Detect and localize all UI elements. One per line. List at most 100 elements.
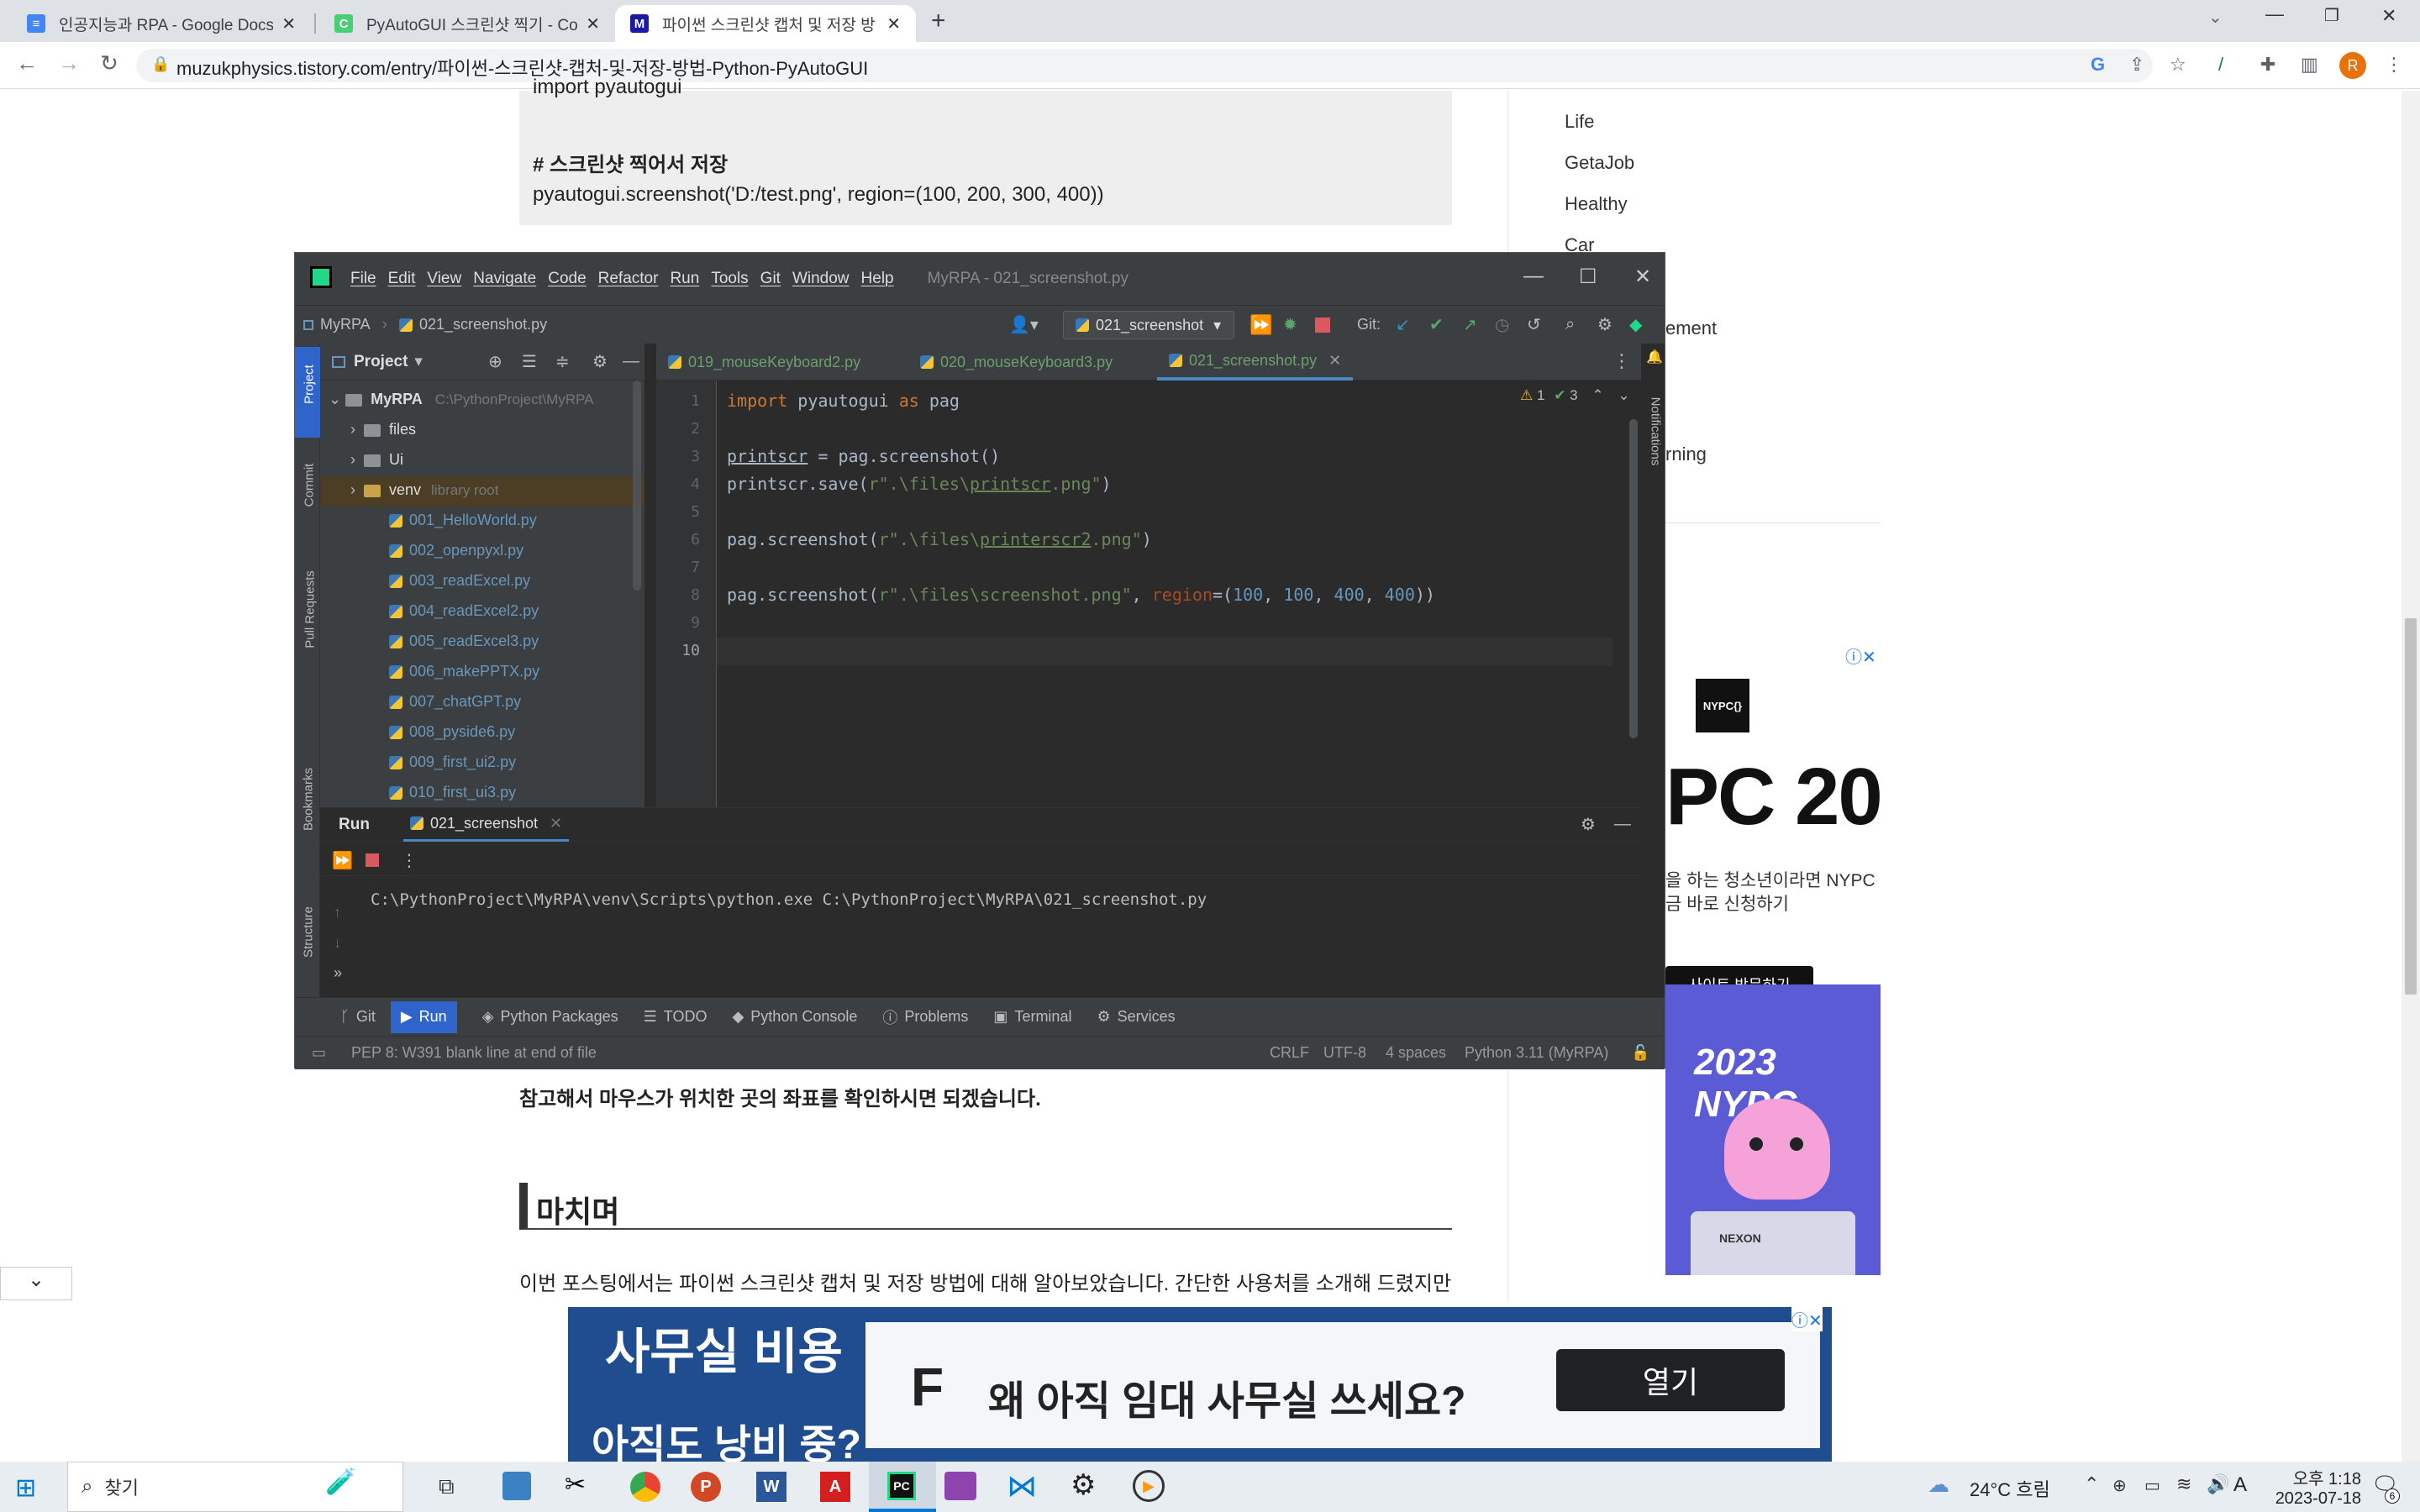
more-options-icon[interactable]: ⋮ bbox=[401, 850, 418, 871]
ad-info-close-icon[interactable]: ⓘ✕ bbox=[1791, 1307, 1823, 1331]
google-icon[interactable]: G bbox=[2091, 54, 2105, 76]
tab-search-chevron-icon[interactable]: ⌄ bbox=[2208, 7, 2223, 28]
lock-icon[interactable]: 🔒 bbox=[151, 55, 170, 73]
git-tool-button[interactable]: ᚴ Git bbox=[340, 1008, 376, 1026]
task-view-icon[interactable]: ⧉ bbox=[439, 1473, 455, 1500]
search-icon[interactable]: ⌕ bbox=[1565, 315, 1575, 334]
plugins-icon[interactable]: ◆ bbox=[1629, 314, 1642, 335]
tree-file[interactable]: 007_chatGPT.py bbox=[389, 693, 521, 711]
close-icon[interactable]: ✕ bbox=[886, 13, 901, 34]
weather-cloud-icon[interactable]: ☁ bbox=[1928, 1472, 1949, 1498]
settings-gear-icon[interactable]: ⚙ bbox=[1581, 814, 1596, 835]
ad-headline[interactable]: PC 2023 bbox=[1665, 751, 1884, 843]
close-icon[interactable]: ✕ bbox=[1634, 265, 1651, 289]
profile-avatar[interactable]: R bbox=[2339, 52, 2366, 79]
category-link[interactable]: Life bbox=[1565, 111, 1594, 133]
collapse-chevron-icon[interactable]: ⌄ bbox=[0, 1267, 72, 1300]
bookmarks-tool-tab[interactable]: Bookmarks bbox=[302, 758, 316, 842]
word-app-icon[interactable]: W bbox=[756, 1472, 786, 1502]
tree-file[interactable]: 005_readExcel3.py bbox=[389, 633, 539, 650]
locate-icon[interactable]: ⊕ bbox=[488, 351, 502, 372]
tree-file[interactable]: 006_makePPTX.py bbox=[389, 663, 539, 680]
prev-highlight-icon[interactable]: ⌃ bbox=[1591, 387, 1603, 403]
ime-indicator[interactable]: A bbox=[2233, 1473, 2247, 1497]
line-separator-widget[interactable]: CRLF bbox=[1270, 1044, 1309, 1062]
git-history-icon[interactable]: ◷ bbox=[1495, 314, 1509, 335]
editor-tab-active[interactable]: 021_screenshot.py ✕ bbox=[1157, 344, 1354, 381]
git-rollback-icon[interactable]: ↺ bbox=[1527, 314, 1541, 335]
editor-scrollbar[interactable] bbox=[1629, 419, 1638, 738]
url-text[interactable]: muzukphysics.tistory.com/entry/파이썬-스크린샷-… bbox=[176, 54, 868, 81]
weather-text[interactable]: 24°C 흐림 bbox=[1970, 1475, 2050, 1502]
volume-icon[interactable]: 🔊 bbox=[2207, 1473, 2229, 1495]
tab-google-docs[interactable]: ≡ 인공지능과 RPA - Google Docs ✕ bbox=[12, 5, 311, 42]
tree-folder-venv[interactable]: › venv library root bbox=[350, 481, 498, 499]
terminal-button[interactable]: ▣ Terminal bbox=[993, 1008, 1071, 1026]
tab-codepen[interactable]: C PyAutoGUI 스크린샷 찍기 - Cod ✕ bbox=[319, 5, 615, 42]
snip-tool-icon[interactable]: ✂ bbox=[565, 1470, 586, 1499]
tray-chevron-up-icon[interactable]: ⌃ bbox=[2084, 1473, 2099, 1495]
page-scrollbar[interactable] bbox=[2402, 91, 2420, 1462]
breadcrumb-file[interactable]: 021_screenshot.py bbox=[419, 316, 547, 333]
side-panel-icon[interactable]: ▥ bbox=[2301, 54, 2318, 76]
back-arrow-icon[interactable]: ← bbox=[12, 50, 42, 76]
tree-file[interactable]: 004_readExcel2.py bbox=[389, 602, 539, 620]
structure-tool-tab[interactable]: Structure bbox=[302, 890, 316, 974]
run-tab[interactable]: 021_screenshot ✕ bbox=[402, 808, 570, 842]
menu-view[interactable]: View bbox=[427, 270, 461, 288]
console-output[interactable]: C:\PythonProject\MyRPA\venv\Scripts\pyth… bbox=[371, 890, 1207, 909]
meet-now-icon[interactable]: ⊕ bbox=[2112, 1475, 2127, 1496]
wifi-icon[interactable]: ≋ bbox=[2176, 1473, 2191, 1495]
calculator-app-icon[interactable] bbox=[502, 1472, 531, 1500]
reload-icon[interactable]: ↻ bbox=[94, 50, 124, 76]
maximize-icon[interactable]: ☐ bbox=[1579, 265, 1597, 289]
run-tool-button[interactable]: ▶ Run bbox=[390, 1000, 457, 1033]
powerpoint-app-icon[interactable]: P bbox=[691, 1472, 721, 1502]
hide-icon[interactable]: — bbox=[623, 352, 639, 371]
expand-all-icon[interactable]: ☰ bbox=[522, 351, 537, 372]
lock-icon[interactable]: 🔓 bbox=[1631, 1044, 1649, 1062]
close-icon[interactable]: ✕ bbox=[281, 13, 296, 34]
category-link[interactable]: ement bbox=[1665, 318, 1717, 339]
inspection-widget[interactable]: ⚠ 1 ✔ 3 ⌃ ⌄ bbox=[1520, 387, 1630, 404]
tree-folder[interactable]: › files bbox=[350, 421, 416, 438]
tree-folder[interactable]: › Ui bbox=[350, 451, 403, 469]
new-tab-icon[interactable]: + bbox=[931, 7, 946, 35]
category-link[interactable]: Healthy bbox=[1565, 193, 1628, 215]
tree-file[interactable]: 009_first_ui2.py bbox=[389, 753, 516, 771]
run-icon[interactable]: ⏩ bbox=[1249, 314, 1272, 336]
ad-info-close-icon[interactable]: ⓘ✕ bbox=[1845, 643, 1876, 668]
tab-tistory-active[interactable]: M 파이썬 스크린샷 캡처 및 저장 방 ✕ bbox=[615, 5, 916, 42]
status-message[interactable]: PEP 8: W391 blank line at end of file bbox=[351, 1044, 597, 1062]
menu-navigate[interactable]: Navigate bbox=[473, 270, 536, 288]
bottom-ad-banner[interactable]: 사무실 비용 아직도 낭비 중? F 왜 아직 임대 사무실 쓰세요? 열기 ⓘ… bbox=[568, 1307, 1832, 1467]
rerun-icon[interactable]: ⏩ bbox=[332, 850, 353, 871]
toggle-tool-windows-icon[interactable]: ▭ bbox=[312, 1044, 326, 1062]
category-link[interactable]: GetaJob bbox=[1565, 152, 1634, 174]
ad-open-button[interactable]: 열기 bbox=[1556, 1349, 1785, 1411]
bookmark-star-icon[interactable]: ☆ bbox=[2170, 54, 2186, 76]
menu-code[interactable]: Code bbox=[548, 270, 586, 288]
forward-arrow-icon[interactable]: → bbox=[54, 50, 84, 76]
menu-git[interactable]: Git bbox=[760, 270, 781, 288]
menu-edit[interactable]: Edit bbox=[388, 270, 416, 288]
notifications-tool-tab[interactable]: Notifications bbox=[1649, 386, 1663, 478]
chrome-app-icon[interactable] bbox=[630, 1472, 660, 1502]
stop-icon[interactable] bbox=[366, 853, 379, 867]
ad-banner-image[interactable]: 2023 NYPC NEXON bbox=[1665, 984, 1881, 1275]
interpreter-widget[interactable]: Python 3.11 (MyRPA) bbox=[1465, 1044, 1608, 1062]
menu-tools[interactable]: Tools bbox=[711, 270, 748, 288]
acrobat-app-icon[interactable]: A bbox=[820, 1472, 850, 1502]
commit-tool-tab[interactable]: Commit bbox=[302, 448, 317, 523]
problems-button[interactable]: ⓘ Problems bbox=[882, 1006, 968, 1028]
hide-icon[interactable]: — bbox=[1614, 815, 1631, 834]
services-button[interactable]: ⚙ Services bbox=[1097, 1008, 1175, 1026]
close-icon[interactable]: ✕ bbox=[550, 815, 562, 832]
next-highlight-icon[interactable]: ⌄ bbox=[1618, 387, 1629, 403]
extension-pen-icon[interactable]: / bbox=[2218, 54, 2223, 76]
windows-start-icon[interactable]: ⊞ bbox=[15, 1473, 36, 1503]
category-link[interactable]: rning bbox=[1665, 444, 1707, 465]
tree-file[interactable]: 003_readExcel.py bbox=[389, 572, 530, 590]
tree-file[interactable]: 002_openpyxl.py bbox=[389, 542, 523, 559]
notifications-bell-icon[interactable]: 🔔 bbox=[1646, 349, 1663, 365]
